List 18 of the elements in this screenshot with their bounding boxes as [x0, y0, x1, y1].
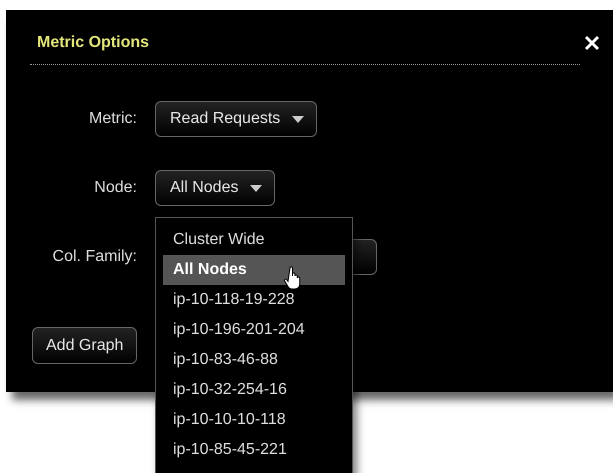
field-label: Col. Family:	[52, 248, 137, 266]
field-label: Metric:	[89, 110, 137, 128]
dropdown-option[interactable]: All Nodes	[163, 255, 345, 285]
dropdown-option[interactable]: ip-10-118-19-228	[163, 285, 345, 315]
dropdown-option[interactable]: ip-10-196-201-204	[163, 315, 345, 345]
dropdown-option[interactable]: Cluster Wide	[163, 225, 345, 255]
dropdown-option[interactable]: ip-10-85-45-221	[163, 435, 345, 465]
dropdown-select[interactable]: Read Requests	[155, 101, 318, 137]
dropdown-option[interactable]: ip-10-10-10-118	[163, 405, 345, 435]
close-icon[interactable]	[584, 35, 600, 51]
dialog-title: Metric Options	[37, 34, 150, 52]
caret-icon	[292, 116, 304, 122]
dropdown-option[interactable]: ip-10-83-46-88	[163, 345, 345, 375]
dropdown-select[interactable]: All Nodes	[155, 170, 276, 206]
dropdown-option[interactable]: ip-10-32-254-16	[163, 375, 345, 405]
caret-icon	[250, 184, 262, 192]
add-graph-button[interactable]: Add Graph	[32, 327, 138, 364]
field-label: Node:	[94, 179, 137, 197]
